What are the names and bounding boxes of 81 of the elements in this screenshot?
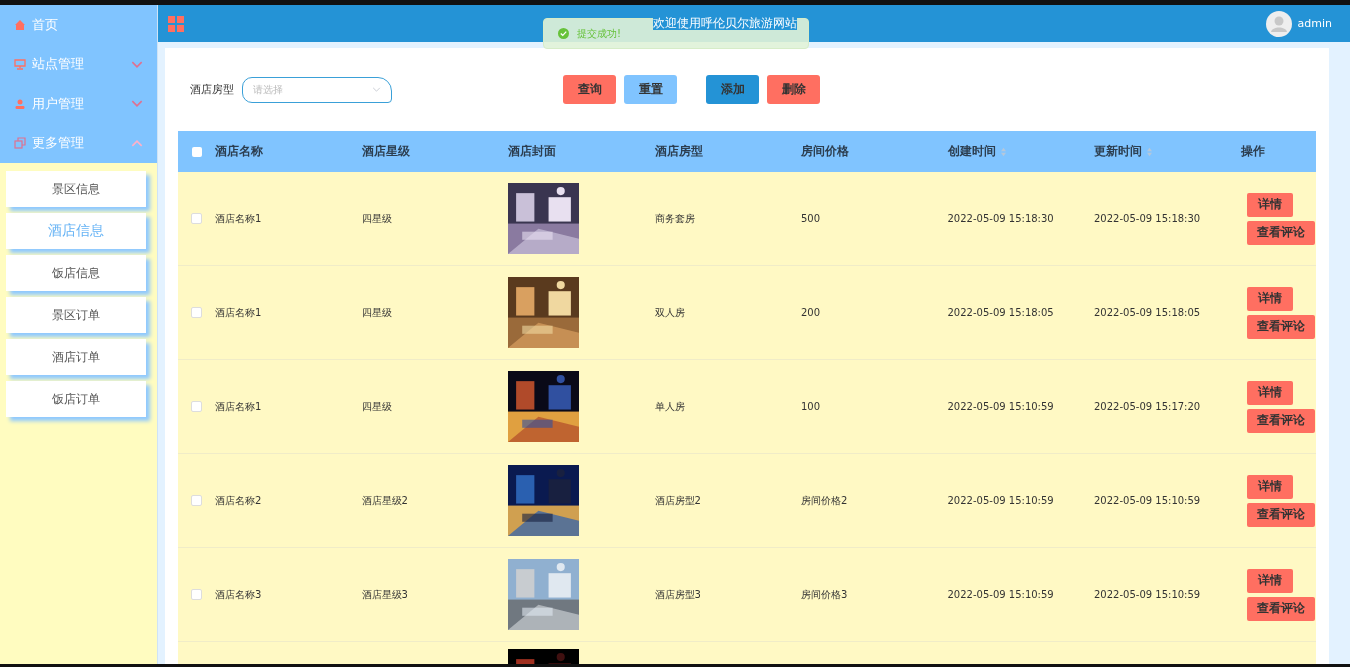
table-cell: 酒店房型2 bbox=[654, 493, 701, 508]
submenu-item[interactable]: 景区订单 bbox=[6, 297, 146, 333]
table-cell: 酒店星级3 bbox=[361, 587, 408, 602]
user-icon bbox=[14, 97, 26, 110]
submenu-item[interactable]: 饭店订单 bbox=[6, 381, 146, 417]
monitor-icon bbox=[14, 58, 26, 71]
site-title: 欢迎使用呼伦贝尔旅游网站 bbox=[652, 16, 797, 30]
view-comments-button[interactable]: 查看评论 bbox=[1246, 596, 1315, 621]
table-cell: 酒店星级2 bbox=[361, 493, 408, 508]
table-cell: 2022-05-09 15:18:05 bbox=[947, 307, 1054, 318]
check-circle-icon bbox=[558, 28, 569, 39]
details-button[interactable]: 详情 bbox=[1246, 380, 1293, 405]
table-cell: 2022-05-09 15:10:59 bbox=[947, 495, 1054, 506]
sort-icon[interactable] bbox=[999, 146, 1007, 157]
table-cell: 酒店名称1 bbox=[215, 305, 262, 320]
table-cell: 2022-05-09 15:10:59 bbox=[1094, 589, 1201, 600]
column-header: 酒店星级 bbox=[361, 143, 410, 160]
column-header: 酒店名称 bbox=[215, 143, 263, 160]
table-cell: 2022-05-09 15:10:59 bbox=[947, 589, 1054, 600]
query-button[interactable]: 查询 bbox=[563, 75, 616, 104]
menu-label: 用户管理 bbox=[32, 94, 85, 113]
submenu-item[interactable]: 景区信息 bbox=[6, 171, 146, 207]
toast-message: 提交成功! bbox=[577, 26, 621, 41]
column-header[interactable]: 更新时间 bbox=[1094, 143, 1142, 160]
table-cell: 100 bbox=[801, 401, 821, 412]
view-comments-button[interactable]: 查看评论 bbox=[1246, 502, 1315, 527]
submenu-item[interactable]: 酒店订单 bbox=[6, 339, 146, 375]
avatar-icon[interactable] bbox=[1265, 10, 1292, 37]
row-checkbox[interactable] bbox=[191, 495, 202, 506]
table-cell: 2022-05-09 15:10:59 bbox=[947, 401, 1054, 412]
column-header: 操作 bbox=[1240, 143, 1265, 160]
table-cell: 200 bbox=[801, 307, 821, 318]
view-comments-button[interactable]: 查看评论 bbox=[1246, 314, 1315, 339]
delete-button[interactable]: 删除 bbox=[767, 75, 820, 104]
table-cell: 四星级 bbox=[361, 211, 392, 226]
details-button[interactable]: 详情 bbox=[1246, 568, 1293, 593]
table-cell: 500 bbox=[801, 213, 821, 224]
column-header: 房间价格 bbox=[801, 143, 849, 160]
column-header[interactable]: 创建时间 bbox=[947, 143, 996, 160]
table-cell: 2022-05-09 15:10:59 bbox=[1094, 495, 1201, 506]
chevron-down-icon bbox=[372, 87, 381, 92]
grid-icon[interactable] bbox=[168, 15, 184, 32]
table-cell: 2022-05-09 15:17:20 bbox=[1094, 401, 1201, 412]
table-cell: 四星级 bbox=[361, 399, 392, 414]
table-cell: 双人房 bbox=[654, 305, 685, 320]
copy-icon bbox=[14, 137, 26, 150]
table-cell: 酒店名称1 bbox=[215, 211, 262, 226]
column-header: 酒店封面 bbox=[508, 143, 556, 160]
table-cell: 房间价格2 bbox=[801, 493, 848, 508]
table-cell: 房间价格3 bbox=[801, 587, 848, 602]
table-cell: 酒店房型3 bbox=[654, 587, 701, 602]
sort-icon[interactable] bbox=[1146, 146, 1153, 157]
details-button[interactable]: 详情 bbox=[1246, 474, 1293, 499]
row-checkbox[interactable] bbox=[191, 307, 202, 318]
home-icon bbox=[14, 18, 26, 31]
table-cell: 商务套房 bbox=[654, 211, 695, 226]
menu-label: 站点管理 bbox=[32, 55, 85, 74]
table-cell: 酒店名称1 bbox=[215, 399, 262, 414]
details-button[interactable]: 详情 bbox=[1246, 192, 1293, 217]
table-cell: 四星级 bbox=[361, 305, 392, 320]
menu-label: 更多管理 bbox=[32, 134, 85, 153]
table-cell: 2022-05-09 15:18:05 bbox=[1094, 307, 1201, 318]
view-comments-button[interactable]: 查看评论 bbox=[1246, 220, 1315, 245]
user-name[interactable]: admin bbox=[1297, 17, 1332, 30]
row-checkbox[interactable] bbox=[191, 213, 202, 224]
table-cell: 酒店名称2 bbox=[215, 493, 262, 508]
table-cell: 单人房 bbox=[654, 399, 685, 414]
row-checkbox[interactable] bbox=[191, 589, 202, 600]
add-button[interactable]: 添加 bbox=[706, 75, 759, 104]
filter-label: 酒店房型 bbox=[190, 82, 234, 97]
details-button[interactable]: 详情 bbox=[1246, 286, 1293, 311]
submenu-item[interactable]: 饭店信息 bbox=[6, 255, 146, 291]
table-cell: 2022-05-09 15:18:30 bbox=[1094, 213, 1201, 224]
select-all-checkbox[interactable] bbox=[191, 146, 202, 157]
table-cell: 2022-05-09 15:18:30 bbox=[947, 213, 1054, 224]
menu-label: 首页 bbox=[32, 15, 59, 34]
column-header: 酒店房型 bbox=[654, 143, 703, 160]
table-cell: 酒店名称3 bbox=[215, 587, 262, 602]
reset-button[interactable]: 重置 bbox=[624, 75, 677, 104]
row-checkbox[interactable] bbox=[191, 401, 202, 412]
view-comments-button[interactable]: 查看评论 bbox=[1246, 408, 1315, 433]
